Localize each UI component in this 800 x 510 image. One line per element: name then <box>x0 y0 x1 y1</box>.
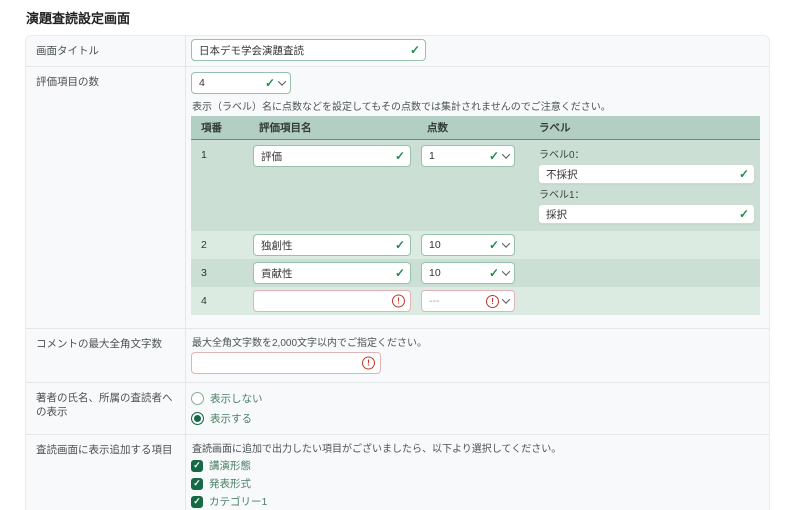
check-mark-icon: ✓ <box>193 479 201 488</box>
label0-caption: ラベル0： <box>539 146 755 161</box>
label1-field: ✓ <box>538 204 755 224</box>
eval-name-input[interactable] <box>254 263 410 283</box>
page-title: 演題査読設定画面 <box>26 8 800 27</box>
eval-name-input[interactable] <box>254 291 410 311</box>
table-header-row: 項番 評価項目名 点数 ラベル <box>191 116 760 140</box>
chevron-down-icon <box>502 240 510 248</box>
comment-limit-note: 最大全角文字数を2,000文字以内でご指定ください。 <box>192 334 763 349</box>
error-icon: ! <box>362 357 375 370</box>
score-value: 10 <box>429 239 489 251</box>
eval-count-value: 4 <box>199 77 265 89</box>
valid-check-icon: ✓ <box>395 150 405 162</box>
radio-icon[interactable] <box>191 392 204 405</box>
score-value: --- <box>429 295 486 307</box>
checkbox-icon[interactable]: ✓ <box>191 478 203 490</box>
check-mark-icon: ✓ <box>193 497 201 506</box>
eval-name-field: ✓ <box>253 234 411 256</box>
checkbox-label: 発表形式 <box>209 476 251 491</box>
score-select[interactable]: 10 ✓ <box>421 262 515 284</box>
screen-title-field: ✓ <box>191 39 426 61</box>
label1-input[interactable] <box>539 205 754 223</box>
checkbox-option[interactable]: ✓ 講演形態 <box>191 458 763 474</box>
eval-name-field: ! <box>253 290 411 312</box>
comment-limit-input[interactable] <box>192 353 380 373</box>
form-row-comment-limit: コメントの最大全角文字数 最大全角文字数を2,000文字以内でご指定ください。 … <box>26 329 769 383</box>
table-row: 3 ✓ 10 ✓ <box>191 259 760 287</box>
additional-items-label: 査読画面に表示追加する項目 <box>26 435 186 510</box>
eval-name-input[interactable] <box>254 235 410 255</box>
checkbox-icon[interactable]: ✓ <box>191 496 203 508</box>
radio-icon[interactable] <box>191 412 204 425</box>
checkbox-icon[interactable]: ✓ <box>191 460 203 472</box>
row-number: 3 <box>191 267 253 279</box>
col-header-no: 項番 <box>191 120 253 135</box>
eval-name-field: ✓ <box>253 145 411 167</box>
check-mark-icon: ✓ <box>193 461 201 470</box>
error-icon: ! <box>486 295 499 308</box>
score-value: 1 <box>429 150 489 162</box>
eval-count-select[interactable]: 4 ✓ <box>191 72 291 94</box>
comment-limit-field: ! <box>191 352 381 374</box>
radio-option-hide[interactable]: 表示しない <box>191 390 763 407</box>
valid-check-icon: ✓ <box>395 267 405 279</box>
table-row: 2 ✓ 10 ✓ <box>191 231 760 259</box>
chevron-down-icon <box>502 268 510 276</box>
valid-check-icon: ✓ <box>265 77 275 89</box>
table-row: 4 ! --- ! <box>191 287 760 315</box>
settings-form: 画面タイトル ✓ 評価項目の数 4 ✓ 表示（ラベル）名に点数などを設定してもそ… <box>25 35 770 510</box>
author-display-label: 著者の氏名、所属の査読者への表示 <box>26 383 186 434</box>
checkbox-option[interactable]: ✓ カテゴリー1 <box>191 494 763 510</box>
label0-field: ✓ <box>538 164 755 184</box>
label0-input[interactable] <box>539 165 754 183</box>
chevron-down-icon <box>278 78 286 86</box>
valid-check-icon: ✓ <box>489 267 499 279</box>
checkbox-option[interactable]: ✓ 発表形式 <box>191 476 763 492</box>
eval-count-note: 表示（ラベル）名に点数などを設定してもその点数では集計されませんのでご注意くださ… <box>192 98 763 113</box>
additional-items-note: 査読画面に追加で出力したい項目がございましたら、以下より選択してください。 <box>192 440 763 455</box>
col-header-score: 点数 <box>421 120 533 135</box>
checkbox-label: カテゴリー1 <box>209 494 267 509</box>
score-select[interactable]: 1 ✓ <box>421 145 515 167</box>
chevron-down-icon <box>502 296 510 304</box>
valid-check-icon: ✓ <box>410 44 420 56</box>
screen-title-label: 画面タイトル <box>26 36 186 66</box>
comment-limit-label: コメントの最大全角文字数 <box>26 329 186 382</box>
table-row: 1 ✓ 1 ✓ <box>191 140 760 231</box>
row-number: 4 <box>191 295 253 307</box>
score-select[interactable]: 10 ✓ <box>421 234 515 256</box>
score-value: 10 <box>429 267 489 279</box>
form-row-author-display: 著者の氏名、所属の査読者への表示 表示しない 表示する <box>26 383 769 435</box>
form-row-eval-items: 評価項目の数 4 ✓ 表示（ラベル）名に点数などを設定してもその点数では集計され… <box>26 67 769 329</box>
valid-check-icon: ✓ <box>489 150 499 162</box>
radio-label: 表示しない <box>210 391 263 406</box>
eval-count-label: 評価項目の数 <box>26 67 186 328</box>
label1-caption: ラベル1： <box>539 186 755 201</box>
eval-name-input[interactable] <box>254 146 410 166</box>
review-settings-page: 演題査読設定画面 画面タイトル ✓ 評価項目の数 4 ✓ 表示（ラベル）名に点数 <box>0 0 800 510</box>
score-select[interactable]: --- ! <box>421 290 515 312</box>
valid-check-icon: ✓ <box>739 208 749 220</box>
chevron-down-icon <box>502 151 510 159</box>
valid-check-icon: ✓ <box>739 168 749 180</box>
row-number: 1 <box>191 144 253 161</box>
col-header-label: ラベル <box>533 120 760 135</box>
error-icon: ! <box>392 295 405 308</box>
radio-option-show[interactable]: 表示する <box>191 410 763 427</box>
radio-label: 表示する <box>210 411 252 426</box>
valid-check-icon: ✓ <box>395 239 405 251</box>
form-row-additional-items: 査読画面に表示追加する項目 査読画面に追加で出力したい項目がございましたら、以下… <box>26 435 769 510</box>
checkbox-label: 講演形態 <box>209 458 251 473</box>
eval-items-table: 項番 評価項目名 点数 ラベル 1 ✓ <box>191 116 760 315</box>
valid-check-icon: ✓ <box>489 239 499 251</box>
form-row-screen-title: 画面タイトル ✓ <box>26 36 769 67</box>
eval-name-field: ✓ <box>253 262 411 284</box>
col-header-name: 評価項目名 <box>253 120 421 135</box>
row-number: 2 <box>191 239 253 251</box>
screen-title-input[interactable] <box>192 40 425 60</box>
